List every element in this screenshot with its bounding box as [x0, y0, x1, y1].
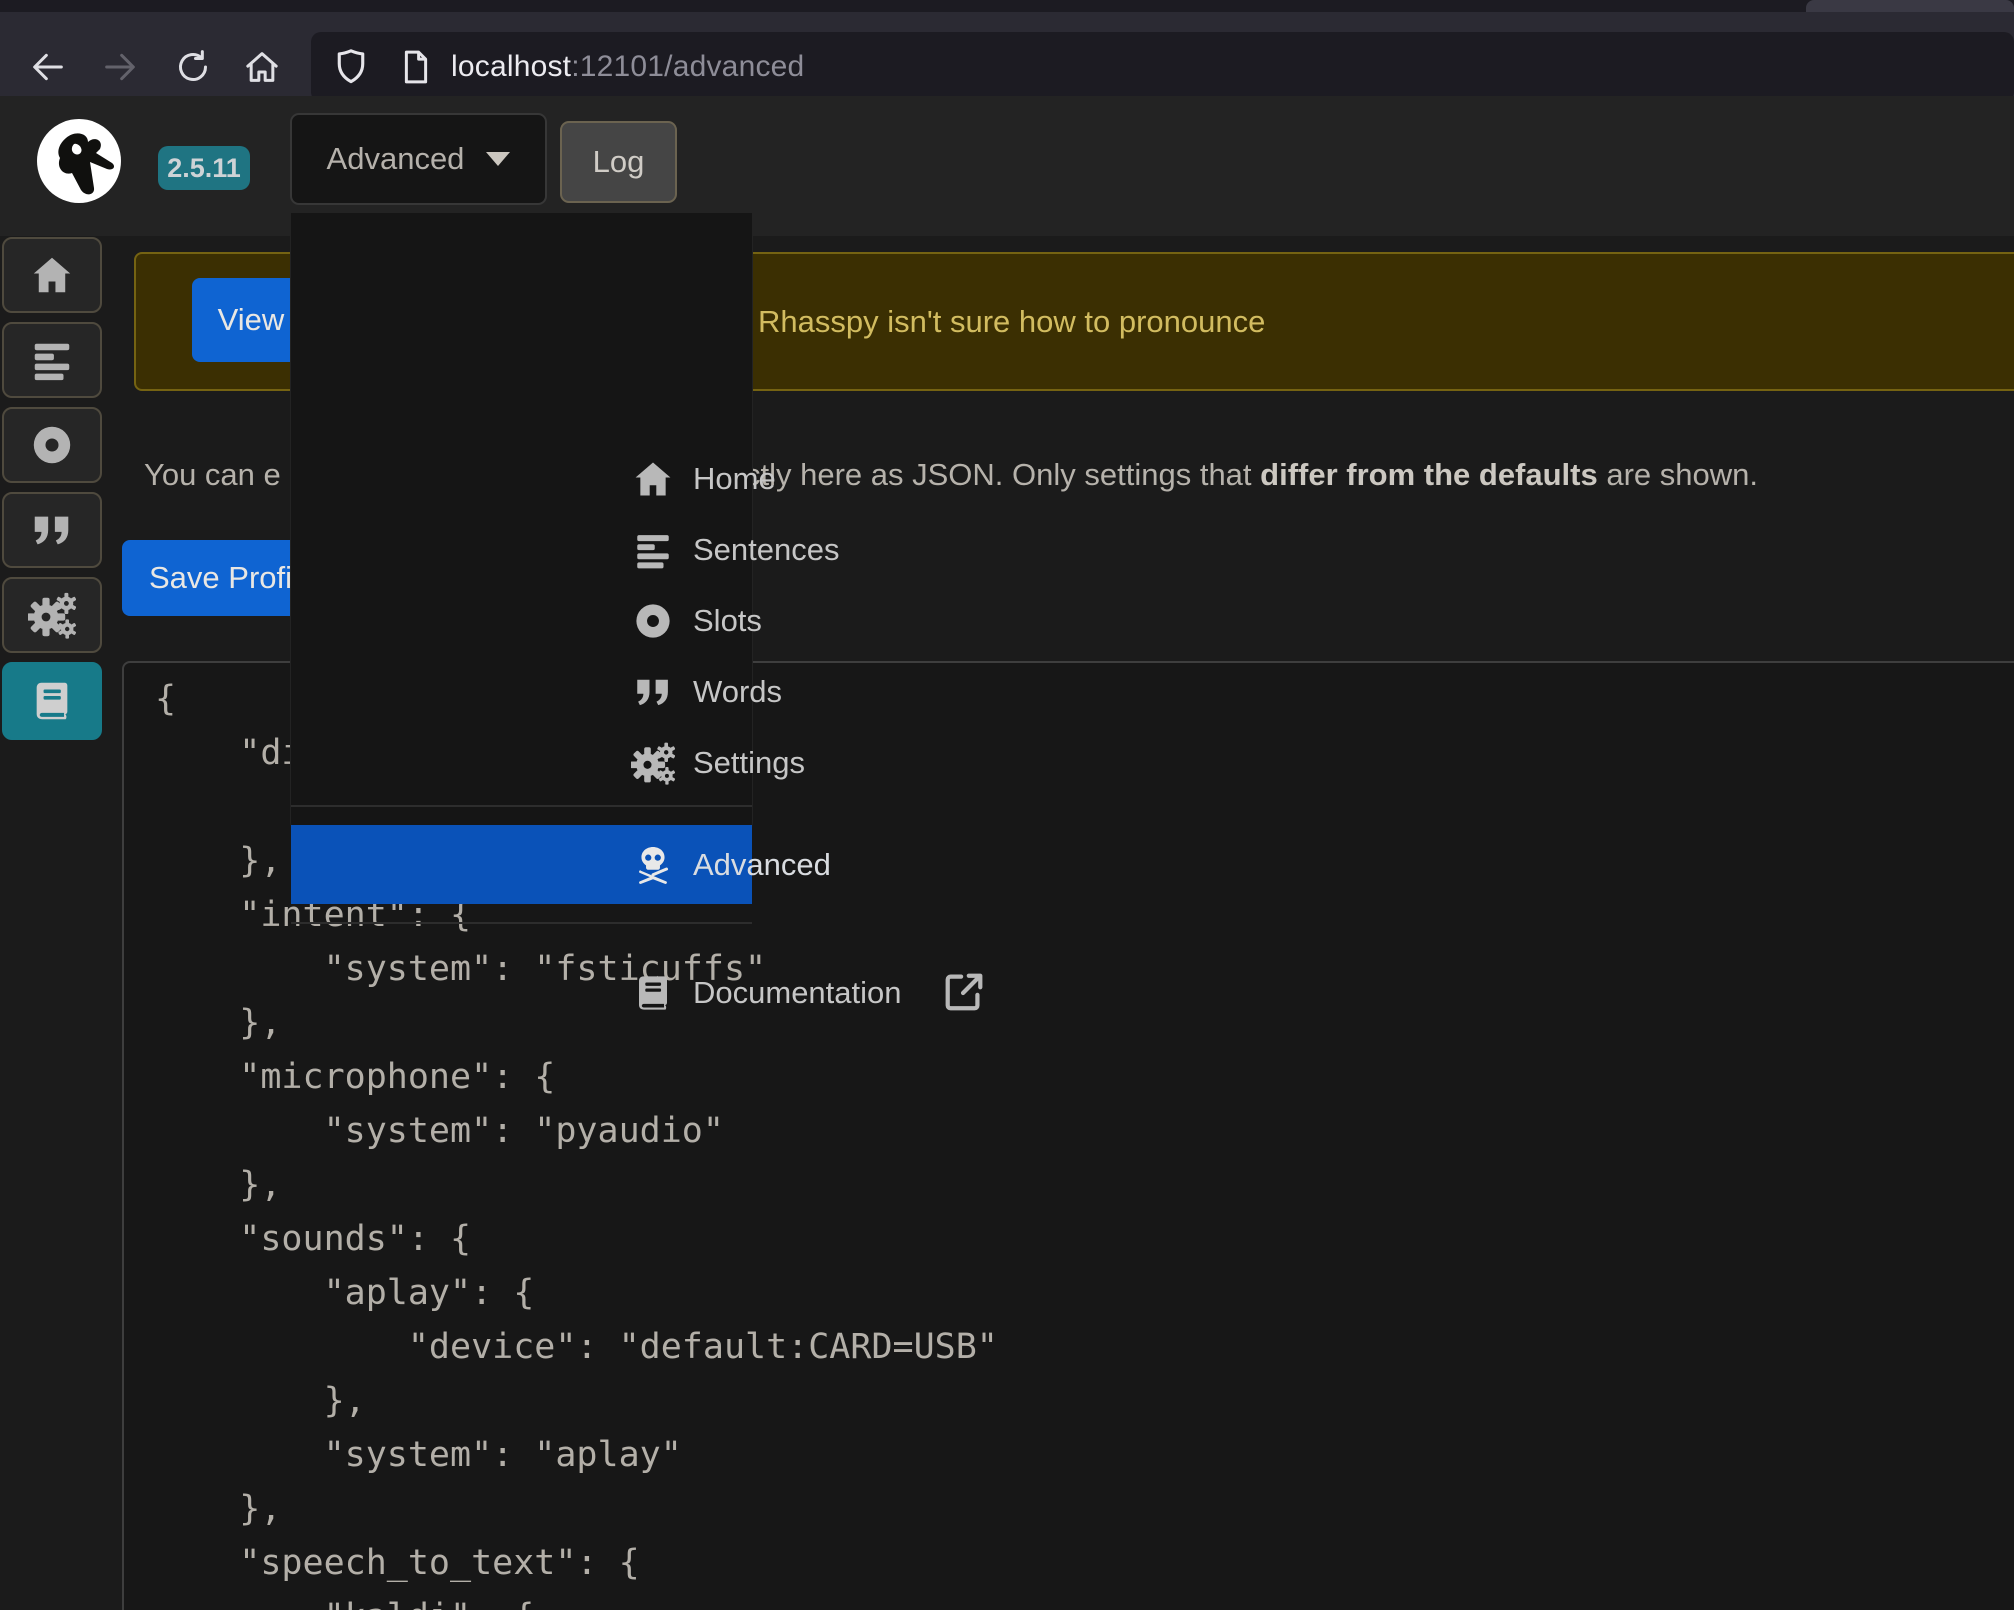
- menu-divider: [291, 805, 752, 807]
- menu-item-advanced[interactable]: Advanced: [291, 825, 752, 904]
- page-icon[interactable]: [395, 46, 437, 88]
- menu-item-words[interactable]: Words: [291, 656, 752, 727]
- donut-icon: [629, 597, 677, 645]
- home-icon: [242, 47, 282, 87]
- intro-text-left: You can e: [144, 457, 281, 493]
- rhasspy-logo: [36, 118, 122, 204]
- menu-item-label: Words: [693, 674, 782, 710]
- intro-text-right: ctly here as JSON. Only settings that di…: [745, 457, 1758, 493]
- sidebar-item-settings[interactable]: [2, 577, 102, 653]
- quote-icon: [29, 507, 75, 553]
- back-arrow-icon: [28, 47, 68, 87]
- reload-icon: [173, 47, 213, 87]
- menu-item-slots[interactable]: Slots: [291, 585, 752, 656]
- nav-dropdown-toggle-label: Advanced: [327, 141, 465, 177]
- menu-item-label: Settings: [693, 745, 805, 781]
- back-button[interactable]: [20, 39, 76, 95]
- menu-item-label: Advanced: [693, 847, 831, 883]
- menu-item-sentences[interactable]: Sentences: [291, 514, 752, 585]
- menu-item-home[interactable]: Home: [291, 443, 752, 514]
- version-badge: 2.5.11: [158, 146, 250, 190]
- skull-crossbones-icon: [629, 841, 677, 889]
- rhasspy-advanced-page: localhost:12101/advanced 2.5.11 Advanced…: [0, 0, 2014, 1610]
- menu-item-documentation[interactable]: Documentation: [291, 957, 752, 1028]
- align-left-icon: [29, 337, 75, 383]
- donut-icon: [29, 422, 75, 468]
- browser-tab-fragment: [1806, 0, 2014, 12]
- sidebar-item-sentences[interactable]: [2, 322, 102, 398]
- log-button[interactable]: Log: [560, 121, 677, 203]
- forward-arrow-icon: [100, 47, 140, 87]
- book-icon: [629, 969, 677, 1017]
- menu-item-label: Sentences: [693, 532, 840, 568]
- quote-icon: [629, 668, 677, 716]
- external-link-icon: [941, 969, 987, 1015]
- menu-divider-2: [291, 922, 752, 924]
- menu-item-label: Slots: [693, 603, 762, 639]
- home-button[interactable]: [234, 39, 290, 95]
- browser-toolbar: localhost:12101/advanced: [0, 12, 2014, 96]
- menu-item-settings[interactable]: Settings: [291, 727, 752, 798]
- book-icon: [29, 678, 75, 724]
- gears-icon: [28, 591, 76, 639]
- caret-down-icon: [486, 152, 510, 166]
- sidebar-item-slots[interactable]: [2, 407, 102, 483]
- gears-icon: [629, 739, 677, 787]
- url-bar[interactable]: localhost:12101/advanced: [311, 32, 2014, 102]
- url-text[interactable]: localhost:12101/advanced: [451, 50, 804, 84]
- home-icon: [29, 252, 75, 298]
- nav-dropdown-menu: Home Sentences Slots Words: [291, 213, 752, 832]
- reload-button[interactable]: [165, 39, 221, 95]
- sidebar-item-advanced[interactable]: [2, 662, 102, 740]
- browser-tab-strip: [0, 0, 2014, 12]
- menu-item-label: Documentation: [693, 975, 902, 1011]
- menu-item-label: Home: [693, 461, 776, 497]
- shield-icon[interactable]: [329, 45, 373, 89]
- align-left-icon: [629, 526, 677, 574]
- sidebar-item-home[interactable]: [2, 237, 102, 313]
- forward-button[interactable]: [92, 39, 148, 95]
- sidebar-item-words[interactable]: [2, 492, 102, 568]
- home-icon: [629, 455, 677, 503]
- pronounce-warning-text: Rhasspy isn't sure how to pronounce: [758, 254, 1265, 389]
- nav-dropdown-toggle[interactable]: Advanced: [290, 113, 547, 205]
